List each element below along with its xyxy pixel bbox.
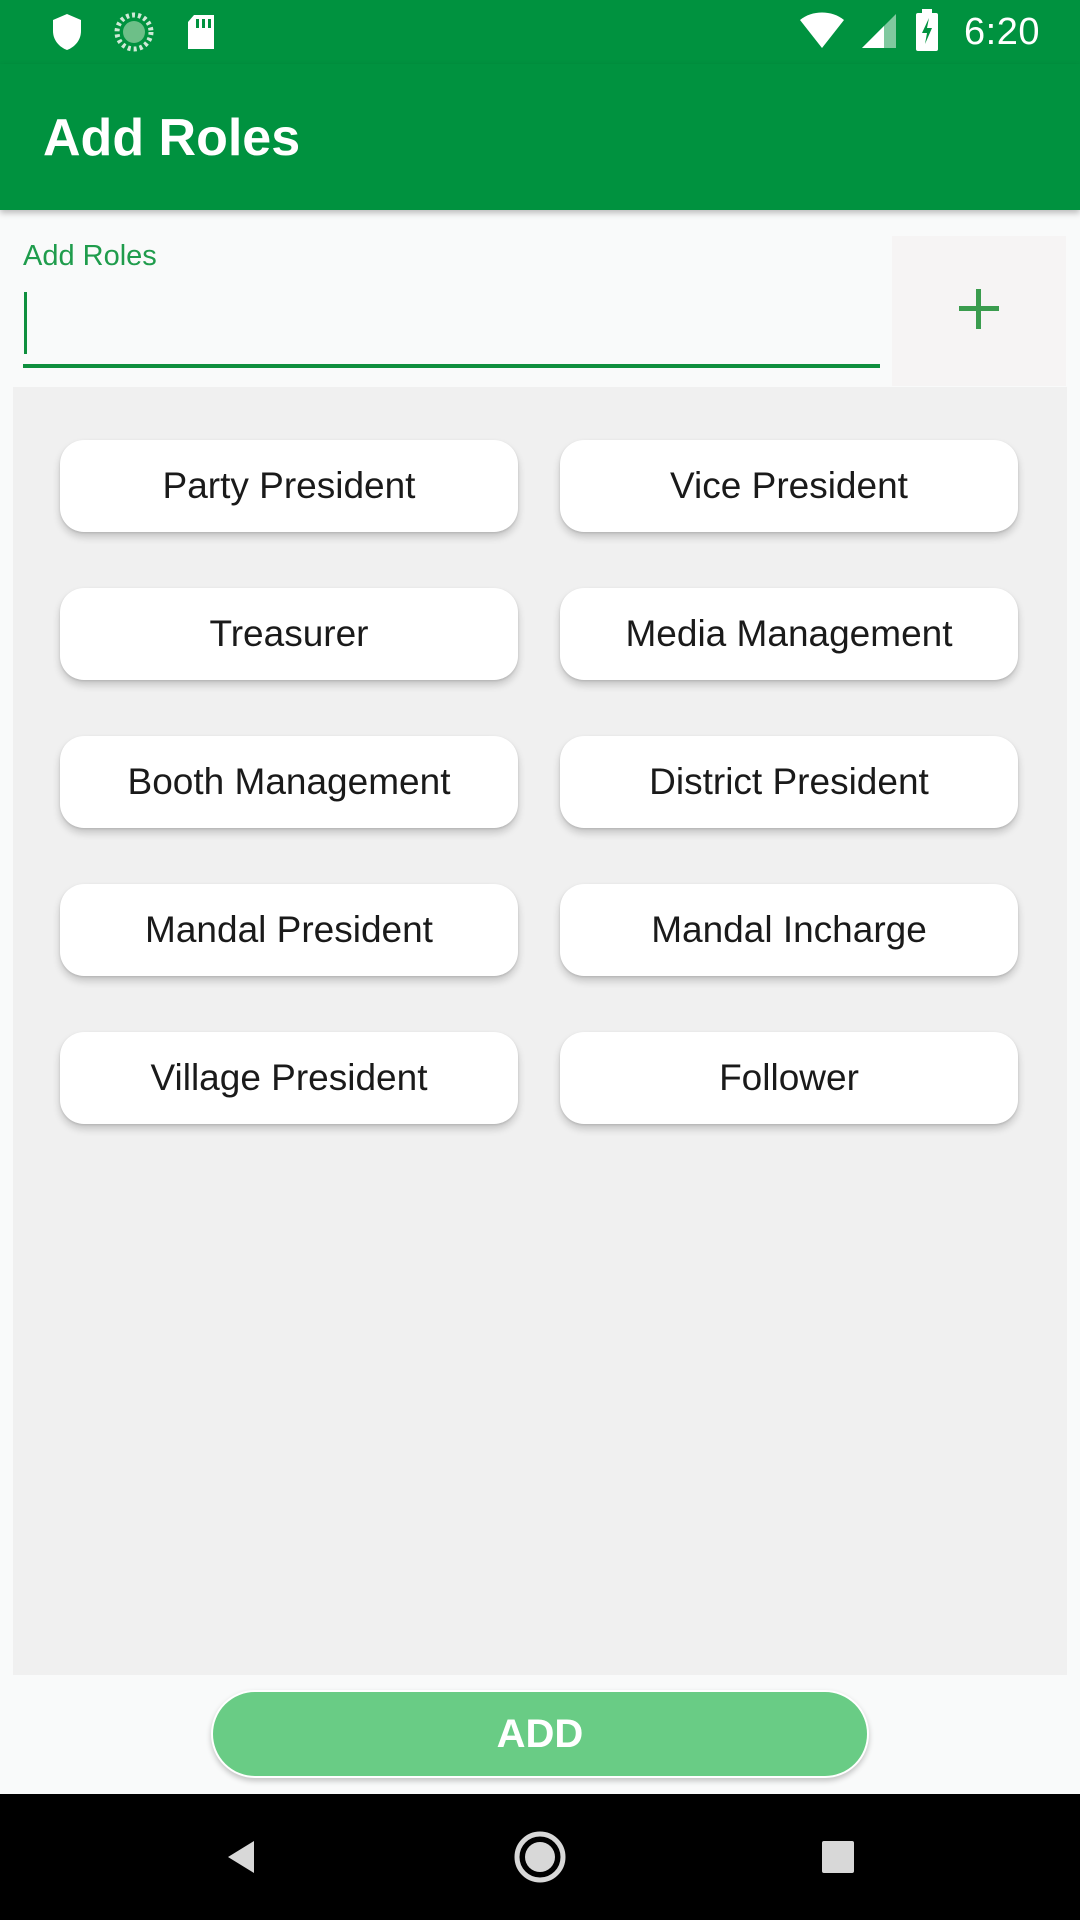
loading-icon bbox=[114, 12, 154, 57]
wifi-icon bbox=[798, 10, 846, 55]
navigation-bar bbox=[0, 1794, 1080, 1920]
signal-icon bbox=[860, 10, 900, 55]
plus-icon bbox=[957, 287, 1001, 336]
roles-panel: Party President Vice President Treasurer… bbox=[13, 387, 1067, 1675]
add-role-plus-button[interactable] bbox=[892, 236, 1066, 386]
role-chip[interactable]: Mandal President bbox=[60, 884, 518, 976]
role-chip[interactable]: Treasurer bbox=[60, 588, 518, 680]
screen: 6:20 Add Roles Add Roles Party President… bbox=[0, 0, 1080, 1920]
back-icon[interactable] bbox=[209, 1824, 275, 1890]
role-input[interactable] bbox=[23, 288, 880, 368]
status-time: 6:20 bbox=[964, 11, 1040, 53]
role-chip[interactable]: Follower bbox=[560, 1032, 1018, 1124]
role-chip[interactable]: Vice President bbox=[560, 440, 1018, 532]
text-cursor bbox=[24, 292, 27, 354]
role-chip[interactable]: Mandal Incharge bbox=[560, 884, 1018, 976]
add-button[interactable]: ADD bbox=[211, 1690, 869, 1778]
role-chip[interactable]: Booth Management bbox=[60, 736, 518, 828]
shield-icon bbox=[50, 12, 84, 57]
recents-icon[interactable] bbox=[805, 1824, 871, 1890]
page-title: Add Roles bbox=[43, 109, 301, 167]
home-icon[interactable] bbox=[507, 1824, 573, 1890]
app-bar: Add Roles bbox=[0, 64, 1080, 210]
role-chip[interactable]: Village President bbox=[60, 1032, 518, 1124]
role-input-label: Add Roles bbox=[23, 240, 157, 272]
role-chip[interactable]: Media Management bbox=[560, 588, 1018, 680]
status-bar: 6:20 bbox=[0, 0, 1080, 64]
role-chip[interactable]: Party President bbox=[60, 440, 518, 532]
sd-card-icon bbox=[184, 12, 218, 57]
battery-charging-icon bbox=[914, 8, 940, 57]
roles-grid: Party President Vice President Treasurer… bbox=[60, 440, 1018, 1124]
role-chip[interactable]: District President bbox=[560, 736, 1018, 828]
